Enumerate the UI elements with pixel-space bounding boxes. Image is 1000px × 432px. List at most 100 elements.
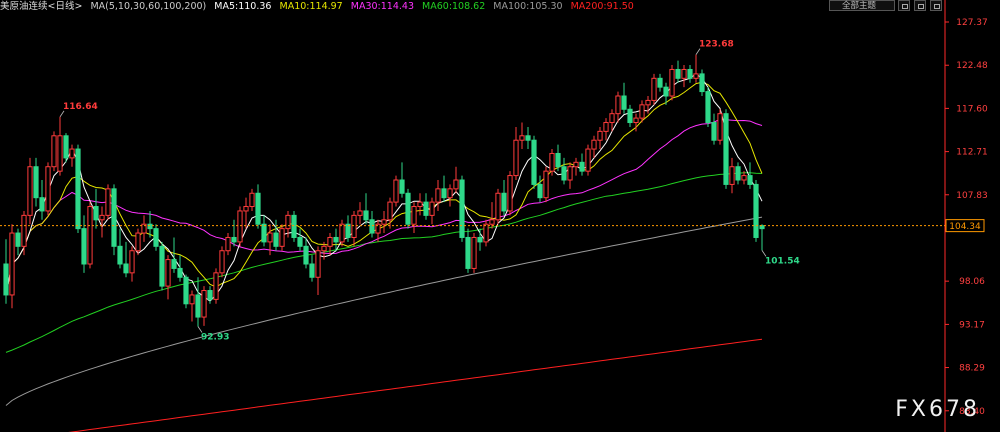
candle-body [135, 232, 141, 252]
candle-body [87, 206, 93, 265]
candle-body [261, 223, 267, 243]
candle-body [279, 228, 285, 247]
candle-body [165, 259, 171, 287]
candle-body [267, 232, 273, 243]
candle-body [321, 245, 327, 252]
annotation-high-2: 123.68 [699, 40, 734, 50]
theme-selector[interactable]: 全部主题 [829, 0, 895, 11]
candle [99, 206, 105, 238]
candle-body [51, 135, 57, 168]
candle-body [735, 166, 741, 181]
candle [9, 224, 15, 309]
candle-body [513, 139, 519, 177]
candle-body [63, 135, 69, 159]
candle-body [633, 117, 639, 124]
candle [483, 219, 489, 247]
candle [429, 197, 435, 225]
period-label[interactable]: <日线> [48, 1, 83, 12]
candle-body [753, 183, 759, 238]
candle [573, 157, 579, 176]
candle [591, 135, 597, 158]
ma200-value: MA200:91.50 [570, 1, 634, 12]
candle-body [75, 148, 81, 230]
candle-body [117, 245, 123, 265]
candle [711, 113, 717, 145]
candle-body [441, 188, 447, 199]
symbol-name[interactable]: 美原油连续 [0, 1, 48, 12]
candle [93, 188, 99, 229]
candle [243, 197, 249, 229]
candle [447, 184, 453, 207]
candle [549, 149, 555, 176]
candle-body [27, 166, 33, 216]
candle [753, 180, 759, 242]
candle [369, 210, 375, 238]
candle [747, 162, 753, 189]
settings-icon[interactable] [930, 0, 942, 11]
candle [345, 215, 351, 242]
candle-body [525, 135, 531, 141]
indicator-legend: 美原油连续<日线> MA(5,10,30,60,100,200) MA5:110… [0, 0, 639, 14]
candle [723, 109, 729, 189]
candle [399, 162, 405, 198]
candle [519, 122, 525, 150]
y-tick-label-0: 127.37 [956, 18, 988, 28]
candle [273, 219, 279, 251]
candle [261, 215, 267, 247]
candle [165, 255, 171, 300]
candle-body [99, 214, 105, 221]
y-tick-label-2: 117.60 [956, 104, 988, 114]
candle-body [111, 188, 117, 247]
candle-body [603, 122, 609, 132]
candle-body [303, 245, 309, 265]
candle-body [195, 294, 201, 318]
candle-body [363, 210, 369, 221]
candle [555, 144, 561, 172]
candle-body [333, 236, 339, 243]
candles [3, 54, 765, 327]
candle-body [741, 175, 747, 181]
candle [15, 228, 21, 256]
candle-body [591, 139, 597, 150]
candle [207, 286, 213, 304]
candle-body [417, 201, 423, 208]
candle-body [189, 294, 195, 305]
candle [297, 228, 303, 251]
candle-body [543, 170, 549, 199]
ma-params: MA(5,10,30,60,100,200) [90, 1, 207, 12]
candle-body [123, 263, 129, 274]
candle [111, 184, 117, 256]
candle [627, 104, 633, 127]
candle-body [579, 161, 585, 172]
ma200-line [68, 338, 763, 432]
candle [489, 202, 495, 229]
candle [129, 246, 135, 282]
candle-body [423, 201, 429, 216]
candle-body [3, 263, 9, 296]
layout-icon[interactable] [898, 0, 910, 11]
candle [117, 228, 123, 269]
candle [705, 87, 711, 127]
candle-body [639, 104, 645, 119]
candle-body [615, 95, 621, 115]
candle [183, 274, 189, 309]
candle-body [327, 236, 333, 247]
y-tick-label-4: 107.83 [956, 191, 988, 201]
window-icon[interactable] [914, 0, 926, 11]
candle-body [573, 161, 579, 168]
candle-body [291, 214, 297, 238]
candle-body [339, 223, 345, 243]
candle-body [345, 223, 351, 238]
candlestick-chart[interactable]: 127.37 122.48 117.60 112.71 107.83 98.06 93.17… [0, 0, 1000, 432]
candle [585, 144, 591, 176]
candle-body [177, 267, 183, 278]
candle-body [411, 206, 417, 225]
candle-body [351, 214, 357, 238]
annotation-low-3: 101.54 [765, 256, 800, 266]
candle-body [693, 73, 699, 79]
candle-body [147, 223, 153, 230]
ma5-line [5, 73, 763, 302]
candle-body [477, 236, 483, 243]
candle [135, 228, 141, 256]
candle [189, 290, 195, 322]
